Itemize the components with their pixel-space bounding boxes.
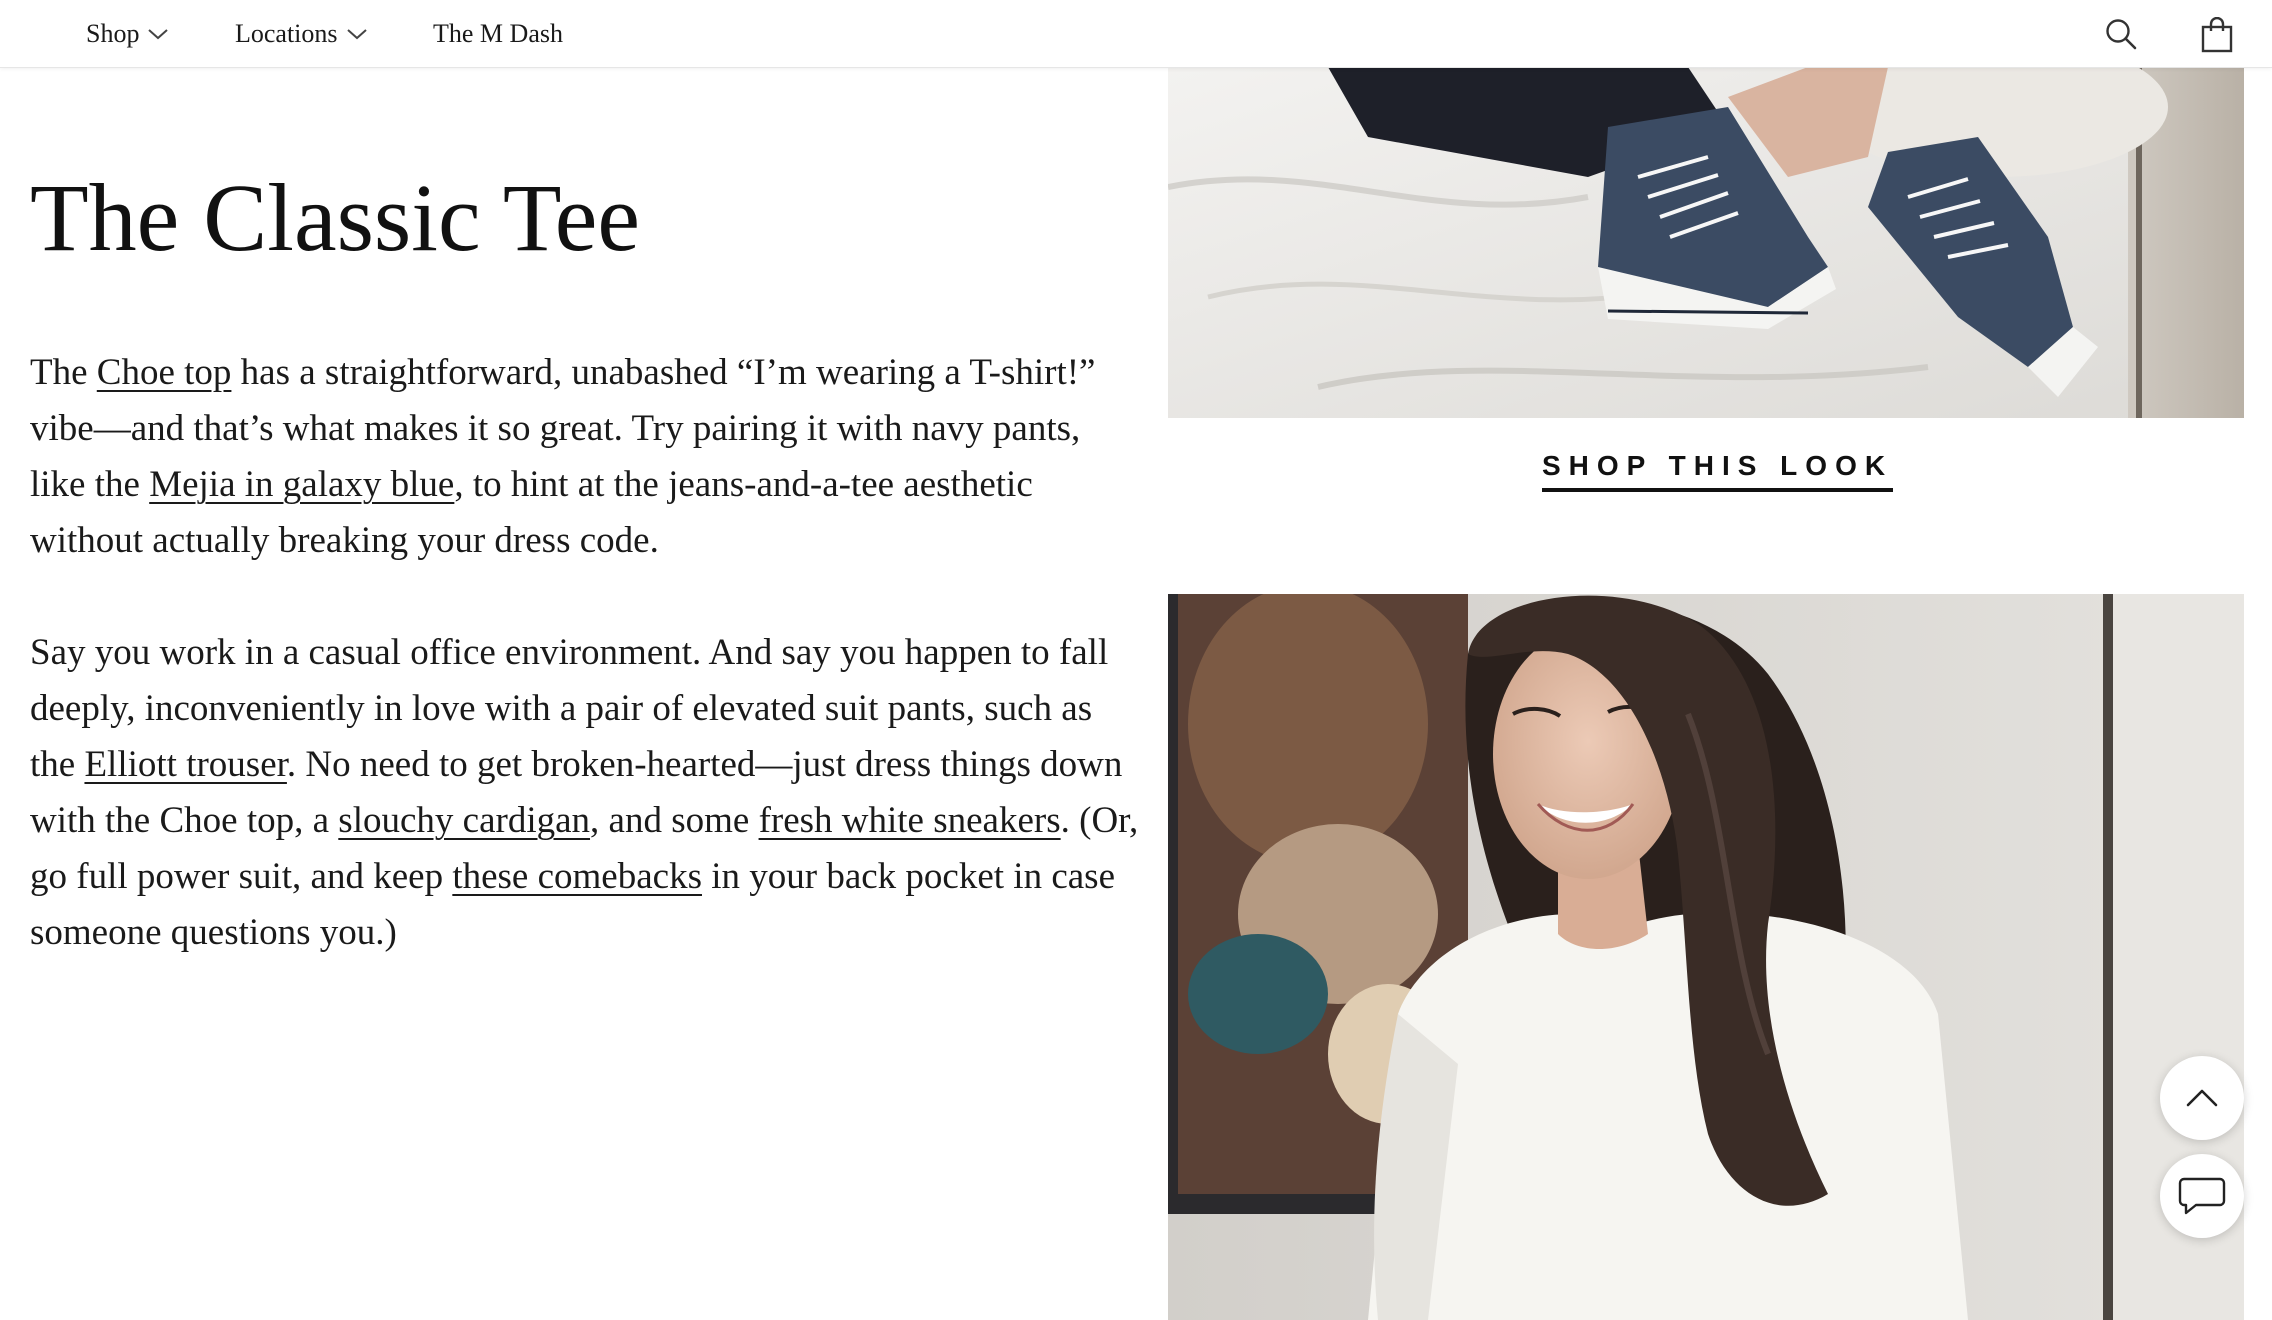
- chevron-down-icon: [346, 29, 367, 40]
- article-paragraph-1: The Choe top has a straightforward, unab…: [30, 345, 1140, 569]
- chat-button[interactable]: [2160, 1154, 2244, 1238]
- chevron-down-icon: [148, 29, 169, 40]
- nav-shop-label: Shop: [86, 19, 140, 48]
- nav-locations[interactable]: Locations: [235, 17, 368, 51]
- shopping-bag-icon[interactable]: [2200, 16, 2234, 58]
- top-navigation: Shop Locations The M Dash: [0, 0, 2272, 68]
- nav-locations-label: Locations: [235, 19, 338, 48]
- link-these-comebacks[interactable]: these comebacks: [452, 856, 702, 897]
- article-title: The Classic Tee: [30, 164, 640, 271]
- link-fresh-white-sneakers[interactable]: fresh white sneakers: [759, 800, 1061, 841]
- shop-this-look-button[interactable]: SHOP THIS LOOK: [1542, 450, 1894, 492]
- scroll-to-top-button[interactable]: [2160, 1056, 2244, 1140]
- paragraph-text: The: [30, 352, 97, 393]
- article-paragraph-2: Say you work in a casual office environm…: [30, 625, 1140, 961]
- link-choe-top[interactable]: Choe top: [97, 352, 232, 393]
- search-icon[interactable]: [2104, 17, 2138, 56]
- nav-the-m-dash[interactable]: The M Dash: [433, 17, 563, 51]
- link-slouchy-cardigan[interactable]: slouchy cardigan: [338, 800, 590, 841]
- chevron-up-icon: [2186, 1089, 2218, 1107]
- chat-bubble-icon: [2178, 1177, 2226, 1215]
- nav-shop[interactable]: Shop: [86, 17, 169, 51]
- paragraph-text: , and some: [590, 800, 759, 841]
- model-white-tee-photo: [1168, 594, 2244, 1320]
- nav-mdash-label: The M Dash: [433, 19, 563, 48]
- sneakers-photo: [1168, 67, 2244, 418]
- link-elliott-trouser[interactable]: Elliott trouser: [84, 744, 286, 785]
- link-mejia-galaxy-blue[interactable]: Mejia in galaxy blue: [149, 464, 454, 505]
